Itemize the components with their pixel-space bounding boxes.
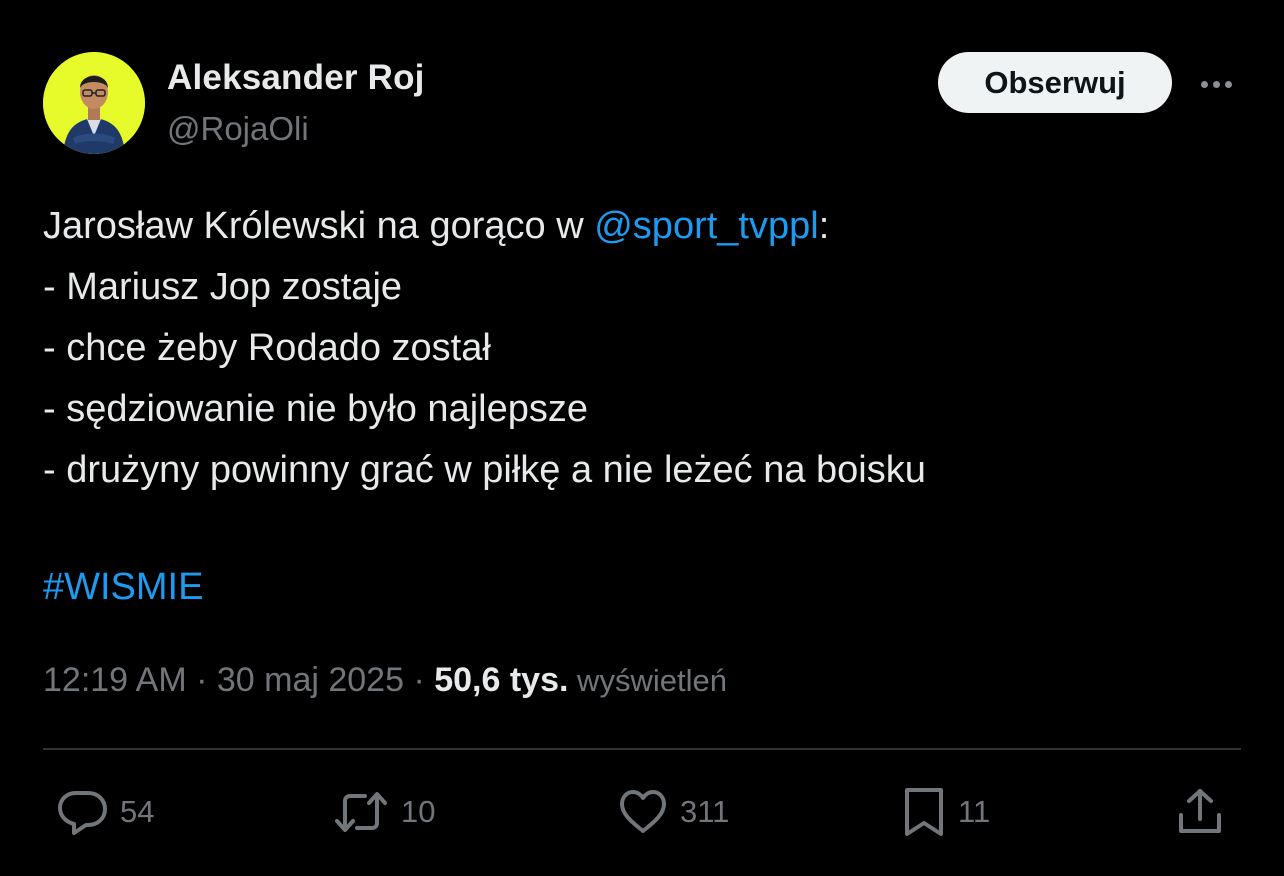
tweet-text: Jarosław Królewski na gorąco w @sport_tv… — [43, 196, 1243, 501]
tweet-line-text: Jarosław Królewski na gorąco w — [43, 205, 595, 247]
author-handle[interactable]: @RojaOli — [167, 110, 309, 148]
tweet-line-text: : — [818, 205, 830, 247]
tweet-line: - sędziowanie nie było najlepsze — [43, 388, 588, 430]
ellipsis-icon — [1200, 80, 1208, 88]
avatar[interactable] — [43, 52, 145, 154]
hashtag-line: #WISMIE — [43, 557, 203, 618]
bookmark-icon — [905, 788, 943, 836]
avatar-person-icon — [43, 52, 145, 154]
bookmark-button[interactable]: 11 — [902, 787, 990, 837]
tweet-meta: 12:19 AM · 30 maj 2025 · 50,6 tys. wyświ… — [43, 661, 727, 700]
like-button[interactable]: 311 — [618, 787, 729, 837]
follow-button[interactable]: Obserwuj — [938, 52, 1172, 113]
tweet-line: Jarosław Królewski na gorąco w @sport_tv… — [43, 196, 1243, 257]
retweet-icon — [335, 792, 387, 832]
timestamp[interactable]: 12:19 AM · 30 maj 2025 · — [43, 661, 434, 699]
views-label: wyświetleń — [568, 663, 727, 698]
ellipsis-icon — [1212, 80, 1220, 88]
more-options-button[interactable] — [1192, 64, 1240, 104]
ellipsis-icon — [1224, 80, 1232, 88]
views-count: 50,6 tys. — [434, 661, 569, 699]
share-icon — [1179, 789, 1221, 833]
reply-count: 54 — [120, 794, 155, 829]
tweet-line: - Mariusz Jop zostaje — [43, 266, 403, 308]
hashtag-link[interactable]: #WISMIE — [43, 566, 203, 608]
reply-button[interactable]: 54 — [56, 787, 154, 837]
reply-icon — [58, 791, 107, 835]
retweet-button[interactable]: 10 — [333, 787, 435, 837]
tweet-line: - drużyny powinny grać w piłkę a nie leż… — [43, 449, 926, 491]
author-name[interactable]: Aleksander Roj — [167, 58, 425, 98]
mention-link[interactable]: @sport_tvppl — [594, 205, 818, 247]
like-count: 311 — [680, 794, 730, 829]
tweet-line: - chce żeby Rodado został — [43, 327, 491, 369]
bookmark-count: 11 — [958, 794, 991, 829]
heart-icon — [620, 790, 666, 833]
retweet-count: 10 — [401, 794, 436, 829]
divider — [43, 748, 1241, 750]
share-button[interactable] — [1176, 787, 1224, 837]
tweet-card: Aleksander Roj @RojaOli Obserwuj Jarosła… — [0, 0, 1284, 876]
